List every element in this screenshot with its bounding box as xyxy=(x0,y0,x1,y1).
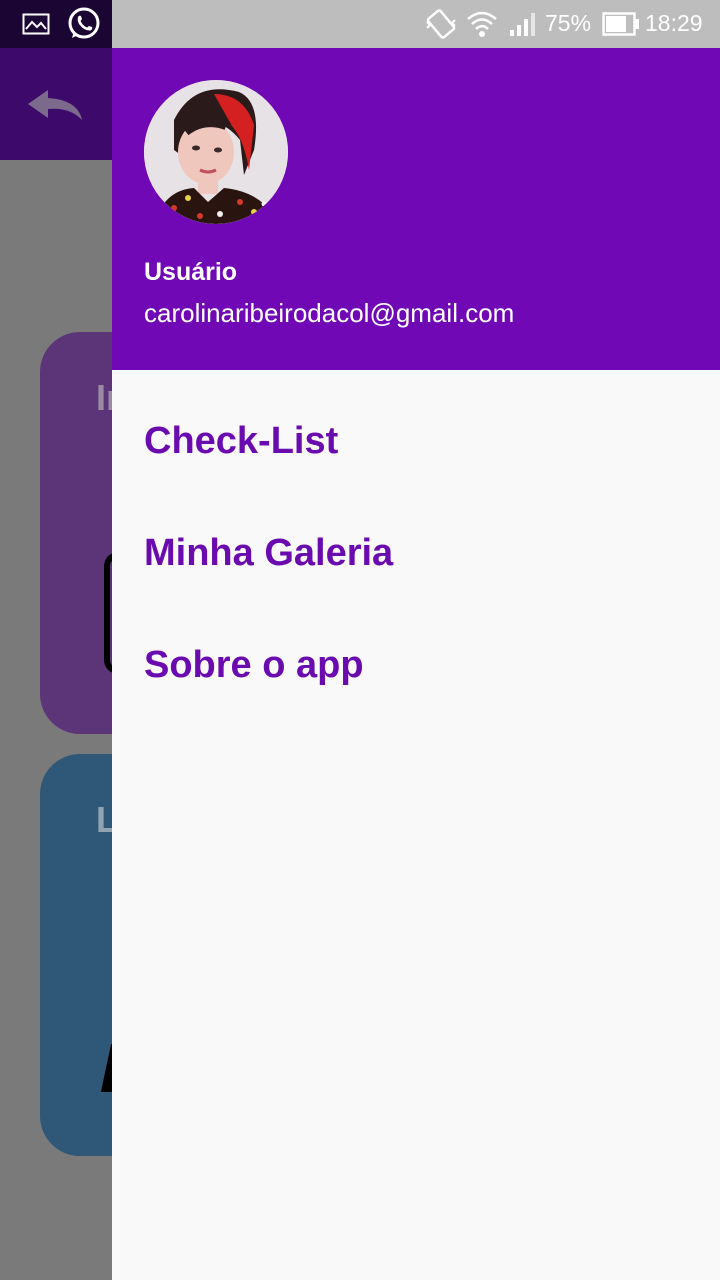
signal-icon xyxy=(510,13,535,36)
whatsapp-icon xyxy=(68,7,100,39)
undo-icon[interactable] xyxy=(22,86,90,126)
image-icon xyxy=(22,13,50,35)
menu-item-label: Check-List xyxy=(144,420,339,462)
navigation-drawer: Usuário carolinaribeirodacol@gmail.com C… xyxy=(112,48,720,1280)
menu-item-minha-galeria[interactable]: Minha Galeria xyxy=(112,504,720,604)
wifi-icon xyxy=(467,11,497,37)
menu-item-label: Minha Galeria xyxy=(144,532,394,574)
user-email: carolinaribeirodacol@gmail.com xyxy=(144,298,515,328)
status-bar: 75% 18:29 xyxy=(0,0,720,48)
avatar[interactable] xyxy=(144,80,288,224)
battery-percent: 75% xyxy=(545,10,592,36)
battery-icon xyxy=(602,12,639,36)
user-name: Usuário xyxy=(144,258,238,286)
menu-item-sobre-o-app[interactable]: Sobre o app xyxy=(112,616,720,716)
clock: 18:29 xyxy=(645,10,703,36)
vibrate-icon xyxy=(426,9,456,39)
avatar-photo xyxy=(144,80,288,224)
menu-item-check-list[interactable]: Check-List xyxy=(112,392,720,492)
menu-item-label: Sobre o app xyxy=(144,644,364,686)
drawer-header: Usuário carolinaribeirodacol@gmail.com xyxy=(112,48,720,370)
